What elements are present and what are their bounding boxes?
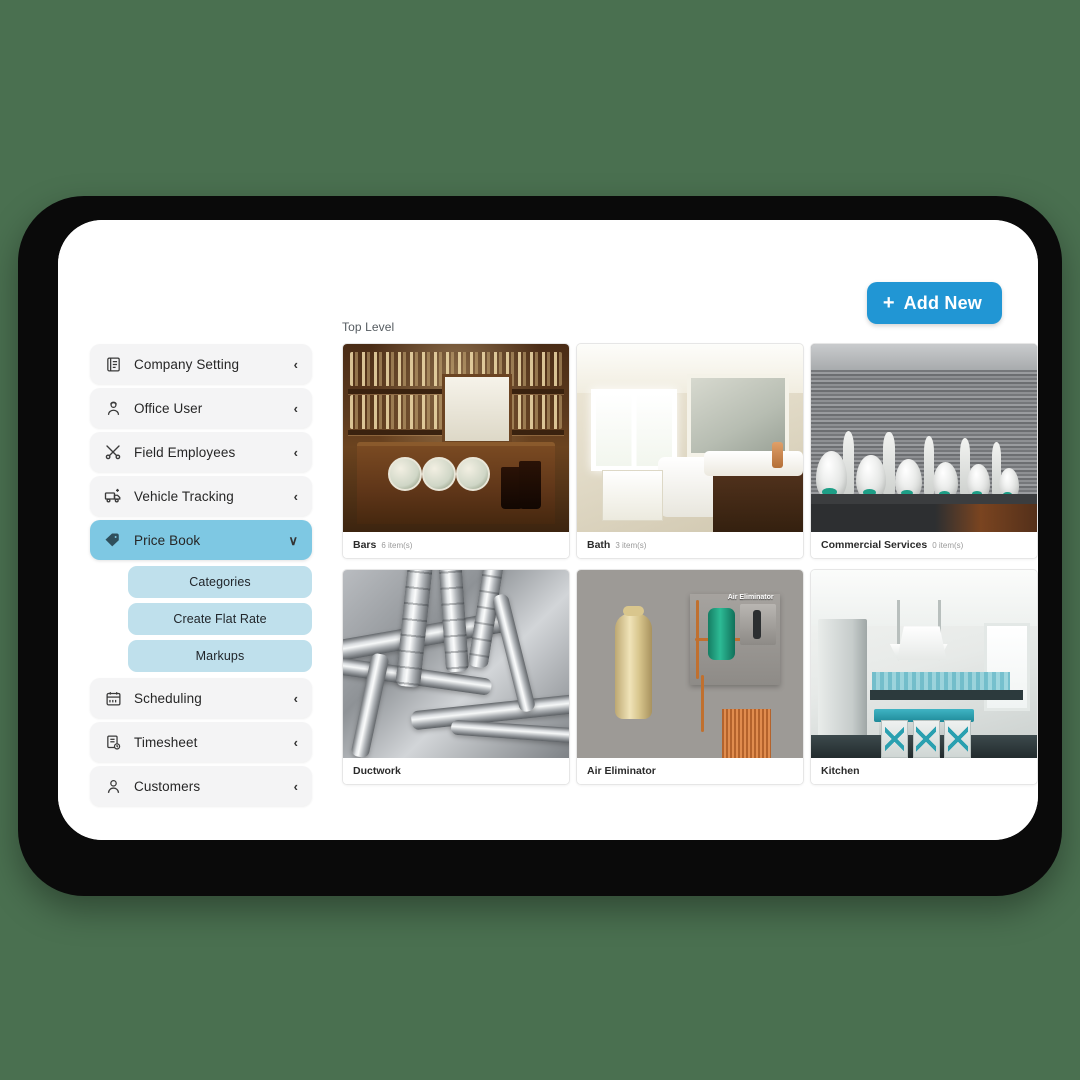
device-screen: + Add New Company Setting ‹ Office User … [58, 220, 1038, 840]
category-thumbnail-bath[interactable] [577, 344, 803, 532]
category-thumbnail-air-eliminator[interactable]: Air Eliminator [577, 570, 803, 758]
category-card[interactable]: Bars 6 item(s) [342, 343, 570, 559]
sidebar-subitem-label: Create Flat Rate [173, 612, 267, 626]
chevron-left-icon: ‹ [293, 690, 298, 706]
category-title: Kitchen [821, 765, 860, 777]
sidebar-subitem-create-flat-rate[interactable]: Create Flat Rate [128, 603, 312, 635]
category-card[interactable]: Ductwork [342, 569, 570, 785]
category-caption: Air Eliminator [577, 758, 803, 784]
category-title: Bath [587, 539, 611, 551]
category-caption: Bars 6 item(s) [343, 532, 569, 558]
chevron-left-icon: ‹ [293, 488, 298, 504]
sidebar-subitem-label: Categories [189, 575, 251, 589]
category-card[interactable]: Bath 3 item(s) [576, 343, 804, 559]
category-item-count: 0 item(s) [932, 540, 964, 550]
sidebar-item-label: Price Book [134, 532, 201, 548]
tools-icon [102, 441, 124, 463]
chevron-left-icon: ‹ [293, 356, 298, 372]
chevron-left-icon: ‹ [293, 444, 298, 460]
category-title: Ductwork [353, 765, 401, 777]
user-headset-icon [102, 397, 124, 419]
sidebar-item-label: Office User [134, 400, 203, 416]
sidebar-item-field-employees[interactable]: Field Employees ‹ [90, 432, 312, 472]
document-icon [102, 353, 124, 375]
chevron-down-icon: ∨ [288, 532, 298, 548]
category-thumbnail-ductwork[interactable] [343, 570, 569, 758]
price-tag-icon [102, 529, 124, 551]
sidebar-item-label: Scheduling [134, 690, 202, 706]
sidebar-submenu-price-book: Categories Create Flat Rate Markups [128, 566, 312, 672]
category-item-count: 3 item(s) [615, 540, 647, 550]
category-card[interactable]: Kitchen [810, 569, 1038, 785]
category-thumbnail-bars[interactable] [343, 344, 569, 532]
air-eliminator-image-label: Air Eliminator [727, 594, 774, 602]
category-thumbnail-kitchen[interactable] [811, 570, 1037, 758]
category-card[interactable]: Commercial Services 0 item(s) [810, 343, 1038, 559]
category-card-grid: Bars 6 item(s) Bath 3 item(s) Commercial… [342, 343, 1038, 785]
category-card[interactable]: Air Eliminator Air Eliminator [576, 569, 804, 785]
category-caption: Commercial Services 0 item(s) [811, 532, 1037, 558]
sidebar-item-label: Field Employees [134, 444, 236, 460]
truck-icon [102, 485, 124, 507]
add-new-label: Add New [903, 292, 982, 313]
category-caption: Bath 3 item(s) [577, 532, 803, 558]
sidebar-item-label: Customers [134, 778, 201, 794]
chevron-left-icon: ‹ [293, 734, 298, 750]
app-window: + Add New Company Setting ‹ Office User … [58, 220, 1038, 840]
add-new-button[interactable]: + Add New [866, 282, 1002, 324]
category-title: Air Eliminator [587, 765, 656, 777]
chevron-left-icon: ‹ [293, 400, 298, 416]
sidebar: Company Setting ‹ Office User ‹ Field Em… [90, 344, 312, 810]
plus-icon: + [882, 292, 895, 314]
sidebar-item-timesheet[interactable]: Timesheet ‹ [90, 722, 312, 762]
sidebar-subitem-markups[interactable]: Markups [128, 640, 312, 672]
sidebar-subitem-categories[interactable]: Categories [128, 566, 312, 598]
category-caption: Kitchen [811, 758, 1037, 784]
person-icon [102, 775, 124, 797]
sidebar-item-vehicle-tracking[interactable]: Vehicle Tracking ‹ [90, 476, 312, 516]
sidebar-item-label: Vehicle Tracking [134, 488, 234, 504]
breadcrumb: Top Level [342, 320, 395, 334]
category-title: Commercial Services [821, 539, 928, 551]
category-caption: Ductwork [343, 758, 569, 784]
timesheet-icon [102, 731, 124, 753]
sidebar-item-office-user[interactable]: Office User ‹ [90, 388, 312, 428]
category-title: Bars [353, 539, 377, 551]
content-area: Top Level Bars 6 item(s) Bath 3 item(s) … [342, 320, 1038, 785]
sidebar-item-label: Company Setting [134, 356, 240, 372]
sidebar-item-scheduling[interactable]: Scheduling ‹ [90, 678, 312, 718]
device-frame: + Add New Company Setting ‹ Office User … [18, 196, 1062, 896]
sidebar-subitem-label: Markups [195, 649, 245, 663]
sidebar-item-customers[interactable]: Customers ‹ [90, 766, 312, 806]
category-thumbnail-commercial-services[interactable] [811, 344, 1037, 532]
chevron-left-icon: ‹ [293, 778, 298, 794]
sidebar-item-price-book[interactable]: Price Book ∨ [90, 520, 312, 560]
sidebar-item-company-setting[interactable]: Company Setting ‹ [90, 344, 312, 384]
sidebar-item-label: Timesheet [134, 734, 198, 750]
category-item-count: 6 item(s) [381, 540, 413, 550]
calendar-icon [102, 687, 124, 709]
